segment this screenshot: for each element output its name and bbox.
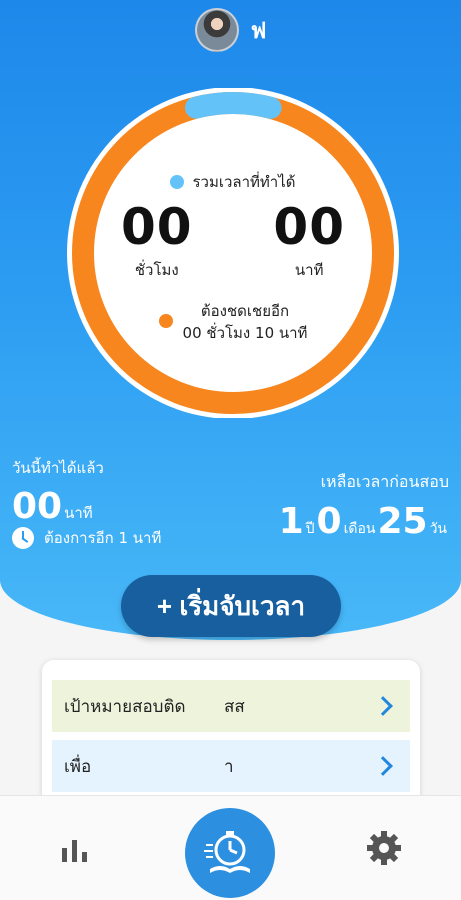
progress-ring: รวมเวลาที่ทำได้ 00 ชั่วโมง 00 นาที ต้องช… — [60, 88, 406, 418]
stopwatch-book-icon[interactable] — [185, 808, 275, 898]
minutes-block: 00 นาที — [273, 200, 345, 282]
needed-time: ต้องการอีก 1 นาที — [12, 526, 161, 550]
chevron-right-icon — [373, 696, 393, 716]
completed-dot — [170, 175, 185, 189]
username: ฟ — [250, 18, 267, 44]
hours-block: 00 ชั่วโมง — [121, 200, 193, 282]
ring-content: รวมเวลาที่ทำได้ 00 ชั่วโมง 00 นาที ต้องช… — [97, 120, 369, 386]
years-unit: ปี — [305, 521, 315, 537]
years-value: 1 — [278, 501, 304, 542]
start-timer-button[interactable]: + เริ่มจับเวลา — [121, 575, 341, 637]
goal-value: สส — [224, 696, 245, 717]
time-until-exam: เหลือเวลาก่อนสอบ 1 ปี 0 เดือน 25 วัน — [279, 470, 449, 542]
debt-info: ต้องชดเชยอีก 00 ชั่วโมง 10 นาที — [97, 300, 369, 344]
gear-icon[interactable] — [364, 828, 404, 868]
months-unit: เดือน — [343, 521, 376, 537]
debt-value: 00 ชั่วโมง 10 นาที — [182, 324, 308, 342]
total-time-label: รวมเวลาที่ทำได้ — [192, 173, 296, 191]
time-until-exam-label: เหลือเวลาก่อนสอบ — [320, 472, 449, 491]
days-unit: วัน — [429, 521, 447, 537]
debt-label: ต้องชดเชยอีก — [200, 302, 290, 320]
remaining-dot — [158, 314, 173, 328]
needed-time-text: ต้องการอีก 1 นาที — [44, 529, 162, 547]
time-values: 00 ชั่วโมง 00 นาที — [97, 200, 369, 282]
bottom-nav — [0, 795, 461, 900]
header: ฟ — [0, 0, 461, 60]
avatar[interactable] — [194, 8, 239, 52]
minutes-unit: นาที — [294, 261, 324, 279]
goal-label: เป้าหมายสอบติด — [64, 696, 186, 717]
clock-icon — [12, 527, 34, 549]
today-label: วันนี้ทำได้แล้ว — [12, 459, 104, 477]
chevron-right-icon — [373, 756, 393, 776]
goal-row-exam-target[interactable]: เป้าหมายสอบติด สส — [52, 680, 410, 732]
goal-row-purpose[interactable]: เพื่อ า — [52, 740, 410, 792]
minutes-value: 00 — [273, 198, 345, 256]
total-time-legend: รวมเวลาที่ทำได้ — [97, 170, 369, 194]
goal-value: า — [224, 756, 234, 777]
goal-label: เพื่อ — [64, 756, 92, 777]
today-progress: วันนี้ทำได้แล้ว 00 นาที — [12, 456, 104, 527]
days-value: 25 — [377, 501, 428, 542]
today-unit: นาที — [64, 504, 93, 522]
hours-value: 00 — [121, 198, 193, 256]
bar-chart-icon[interactable] — [60, 840, 92, 862]
today-value: 00 — [12, 486, 63, 527]
months-value: 0 — [316, 501, 342, 542]
hours-unit: ชั่วโมง — [134, 261, 179, 279]
